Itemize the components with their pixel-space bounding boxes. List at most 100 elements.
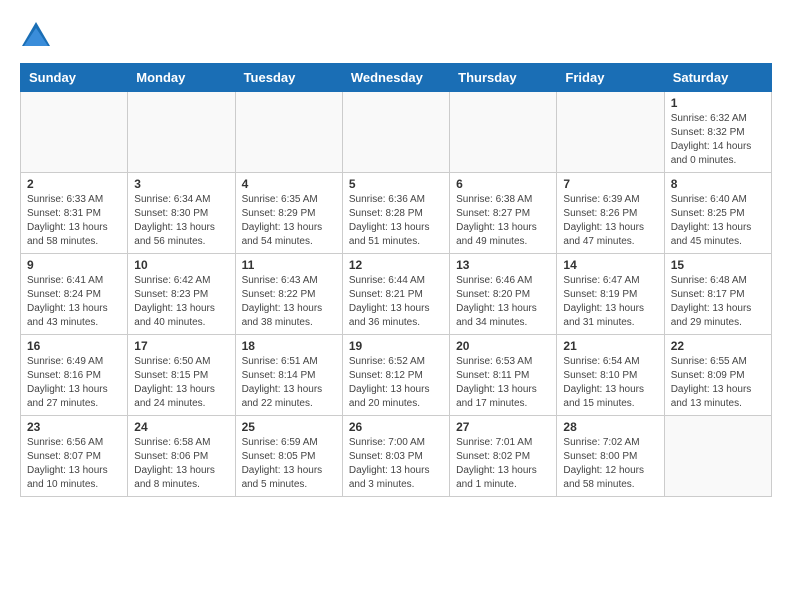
day-number: 24 [134, 420, 228, 434]
logo [20, 20, 56, 53]
day-number: 3 [134, 177, 228, 191]
day-number: 13 [456, 258, 550, 272]
day-info: Sunrise: 6:41 AM Sunset: 8:24 PM Dayligh… [27, 274, 121, 330]
calendar-day-cell: 25 Sunrise: 6:59 AM Sunset: 8:05 PM Dayli… [235, 416, 342, 497]
day-info: Sunrise: 6:59 AM Sunset: 8:05 PM Dayligh… [242, 436, 336, 492]
calendar-day-cell: 18Sunrise: 6:51 AM Sunset: 8:14 PM Dayli… [235, 335, 342, 416]
calendar-day-cell: 23 Sunrise: 6:56 AM Sunset: 8:07 PM Dayli… [21, 416, 128, 497]
calendar-day-cell [21, 92, 128, 173]
calendar-day-cell: 2 Sunrise: 6:33 AM Sunset: 8:31 PM Daylig… [21, 173, 128, 254]
calendar-day-cell: 20 Sunrise: 6:53 AM Sunset: 8:11 PM Dayli… [450, 335, 557, 416]
day-info: Sunrise: 6:35 AM Sunset: 8:29 PM Dayligh… [242, 193, 336, 249]
calendar-week-row: 1 Sunrise: 6:32 AM Sunset: 8:32 PM Daylig… [21, 92, 772, 173]
day-info: Sunrise: 7:01 AM Sunset: 8:02 PM Dayligh… [456, 436, 550, 492]
calendar-week-row: 9 Sunrise: 6:41 AM Sunset: 8:24 PM Daylig… [21, 254, 772, 335]
calendar-day-cell: 9 Sunrise: 6:41 AM Sunset: 8:24 PM Daylig… [21, 254, 128, 335]
day-info: Sunrise: 6:55 AM Sunset: 8:09 PM Dayligh… [671, 355, 765, 411]
day-number: 10 [134, 258, 228, 272]
day-info: Sunrise: 6:42 AM Sunset: 8:23 PM Dayligh… [134, 274, 228, 330]
calendar-week-row: 16 Sunrise: 6:49 AM Sunset: 8:16 PM Dayli… [21, 335, 772, 416]
calendar-day-cell: 26 Sunrise: 7:00 AM Sunset: 8:03 PM Dayli… [342, 416, 449, 497]
calendar-week-row: 2 Sunrise: 6:33 AM Sunset: 8:31 PM Daylig… [21, 173, 772, 254]
day-number: 27 [456, 420, 550, 434]
day-number: 9 [27, 258, 121, 272]
calendar-table: SundayMondayTuesdayWednesdayThursdayFrid… [20, 63, 772, 497]
day-info: Sunrise: 6:47 AM Sunset: 8:19 PM Dayligh… [563, 274, 657, 330]
day-info: Sunrise: 6:54 AM Sunset: 8:10 PM Dayligh… [563, 355, 657, 411]
calendar-day-cell: 4 Sunrise: 6:35 AM Sunset: 8:29 PM Daylig… [235, 173, 342, 254]
day-info: Sunrise: 6:34 AM Sunset: 8:30 PM Dayligh… [134, 193, 228, 249]
calendar-day-cell: 16 Sunrise: 6:49 AM Sunset: 8:16 PM Dayli… [21, 335, 128, 416]
header [20, 20, 772, 53]
calendar-day-cell: 14 Sunrise: 6:47 AM Sunset: 8:19 PM Dayli… [557, 254, 664, 335]
day-number: 11 [242, 258, 336, 272]
day-info: Sunrise: 6:53 AM Sunset: 8:11 PM Dayligh… [456, 355, 550, 411]
day-number: 18 [242, 339, 336, 353]
day-number: 25 [242, 420, 336, 434]
day-info: Sunrise: 6:58 AM Sunset: 8:06 PM Dayligh… [134, 436, 228, 492]
day-number: 1 [671, 96, 765, 110]
calendar-day-cell [342, 92, 449, 173]
day-info: Sunrise: 6:49 AM Sunset: 8:16 PM Dayligh… [27, 355, 121, 411]
calendar-day-cell: 1 Sunrise: 6:32 AM Sunset: 8:32 PM Daylig… [664, 92, 771, 173]
calendar-day-cell: 22 Sunrise: 6:55 AM Sunset: 8:09 PM Dayli… [664, 335, 771, 416]
calendar-day-cell: 12 Sunrise: 6:44 AM Sunset: 8:21 PM Dayli… [342, 254, 449, 335]
calendar-day-cell [450, 92, 557, 173]
calendar-day-cell: 27 Sunrise: 7:01 AM Sunset: 8:02 PM Dayli… [450, 416, 557, 497]
calendar-day-cell [235, 92, 342, 173]
day-info: Sunrise: 6:39 AM Sunset: 8:26 PM Dayligh… [563, 193, 657, 249]
day-info: Sunrise: 6:43 AM Sunset: 8:22 PM Dayligh… [242, 274, 336, 330]
calendar-day-cell: 6 Sunrise: 6:38 AM Sunset: 8:27 PM Daylig… [450, 173, 557, 254]
day-info: Sunrise: 7:02 AM Sunset: 8:00 PM Dayligh… [563, 436, 657, 492]
calendar-header-friday: Friday [557, 64, 664, 92]
calendar-header-monday: Monday [128, 64, 235, 92]
calendar-header-thursday: Thursday [450, 64, 557, 92]
day-number: 7 [563, 177, 657, 191]
calendar-day-cell: 24 Sunrise: 6:58 AM Sunset: 8:06 PM Dayli… [128, 416, 235, 497]
day-info: Sunrise: 6:38 AM Sunset: 8:27 PM Dayligh… [456, 193, 550, 249]
calendar-header-tuesday: Tuesday [235, 64, 342, 92]
calendar-day-cell: 11 Sunrise: 6:43 AM Sunset: 8:22 PM Dayli… [235, 254, 342, 335]
day-info: Sunrise: 6:44 AM Sunset: 8:21 PM Dayligh… [349, 274, 443, 330]
day-info: Sunrise: 6:36 AM Sunset: 8:28 PM Dayligh… [349, 193, 443, 249]
day-number: 6 [456, 177, 550, 191]
day-number: 16 [27, 339, 121, 353]
calendar-day-cell: 13 Sunrise: 6:46 AM Sunset: 8:20 PM Dayli… [450, 254, 557, 335]
day-info: Sunrise: 6:32 AM Sunset: 8:32 PM Dayligh… [671, 112, 765, 168]
calendar-day-cell: 7 Sunrise: 6:39 AM Sunset: 8:26 PM Daylig… [557, 173, 664, 254]
calendar-day-cell: 19Sunrise: 6:52 AM Sunset: 8:12 PM Dayli… [342, 335, 449, 416]
calendar-header-wednesday: Wednesday [342, 64, 449, 92]
day-info: Sunrise: 6:56 AM Sunset: 8:07 PM Dayligh… [27, 436, 121, 492]
calendar-day-cell: 28 Sunrise: 7:02 AM Sunset: 8:00 PM Dayli… [557, 416, 664, 497]
calendar-day-cell: 10 Sunrise: 6:42 AM Sunset: 8:23 PM Dayli… [128, 254, 235, 335]
day-number: 2 [27, 177, 121, 191]
day-number: 28 [563, 420, 657, 434]
day-number: 22 [671, 339, 765, 353]
day-info: Sunrise: 6:40 AM Sunset: 8:25 PM Dayligh… [671, 193, 765, 249]
calendar-header-sunday: Sunday [21, 64, 128, 92]
calendar-day-cell: 15Sunrise: 6:48 AM Sunset: 8:17 PM Dayli… [664, 254, 771, 335]
day-info: Sunrise: 6:33 AM Sunset: 8:31 PM Dayligh… [27, 193, 121, 249]
day-number: 23 [27, 420, 121, 434]
calendar-day-cell: 8 Sunrise: 6:40 AM Sunset: 8:25 PM Daylig… [664, 173, 771, 254]
day-number: 14 [563, 258, 657, 272]
day-info: Sunrise: 6:50 AM Sunset: 8:15 PM Dayligh… [134, 355, 228, 411]
calendar-day-cell: 3 Sunrise: 6:34 AM Sunset: 8:30 PM Daylig… [128, 173, 235, 254]
calendar-day-cell [557, 92, 664, 173]
calendar-day-cell [664, 416, 771, 497]
day-info: Sunrise: 6:46 AM Sunset: 8:20 PM Dayligh… [456, 274, 550, 330]
day-number: 20 [456, 339, 550, 353]
day-number: 26 [349, 420, 443, 434]
day-info: Sunrise: 7:00 AM Sunset: 8:03 PM Dayligh… [349, 436, 443, 492]
calendar-day-cell [128, 92, 235, 173]
day-number: 12 [349, 258, 443, 272]
calendar-header-row: SundayMondayTuesdayWednesdayThursdayFrid… [21, 64, 772, 92]
day-info: Sunrise: 6:48 AM Sunset: 8:17 PM Dayligh… [671, 274, 765, 330]
day-number: 19 [349, 339, 443, 353]
day-number: 8 [671, 177, 765, 191]
day-number: 4 [242, 177, 336, 191]
calendar-day-cell: 21Sunrise: 6:54 AM Sunset: 8:10 PM Dayli… [557, 335, 664, 416]
day-number: 5 [349, 177, 443, 191]
calendar-header-saturday: Saturday [664, 64, 771, 92]
calendar-day-cell: 5 Sunrise: 6:36 AM Sunset: 8:28 PM Daylig… [342, 173, 449, 254]
